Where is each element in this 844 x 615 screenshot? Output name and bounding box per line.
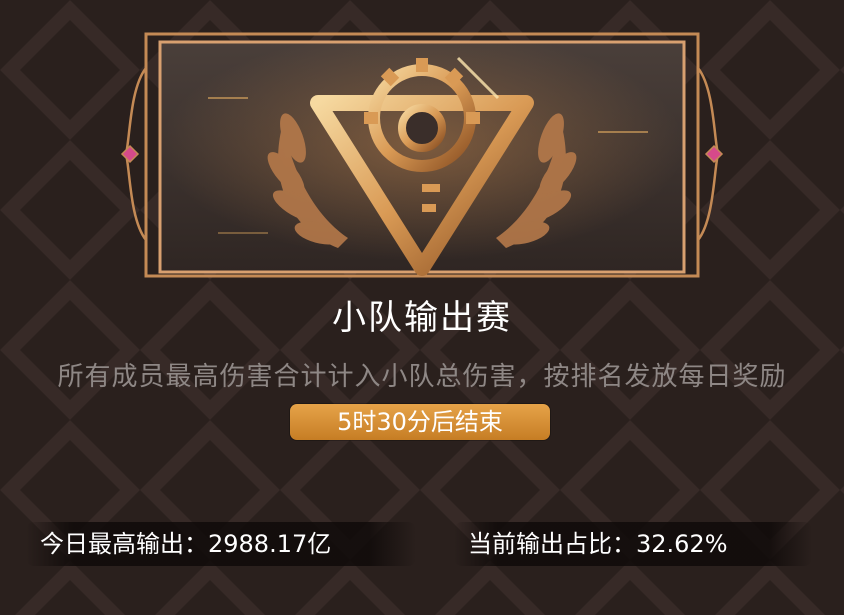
event-description: 所有成员最高伤害合计计入小队总伤害，按排名发放每日奖励	[57, 362, 787, 392]
event-title: 小队输出赛	[332, 298, 512, 338]
today-best-output: 今日最高输出：2988.17亿	[26, 522, 416, 566]
current-output-share: 当前输出占比：32.62%	[454, 522, 812, 566]
gem-left-icon	[120, 144, 140, 164]
event-banner	[120, 32, 724, 278]
gem-right-icon	[704, 144, 724, 164]
countdown-badge: 5时30分后结束	[290, 404, 550, 440]
